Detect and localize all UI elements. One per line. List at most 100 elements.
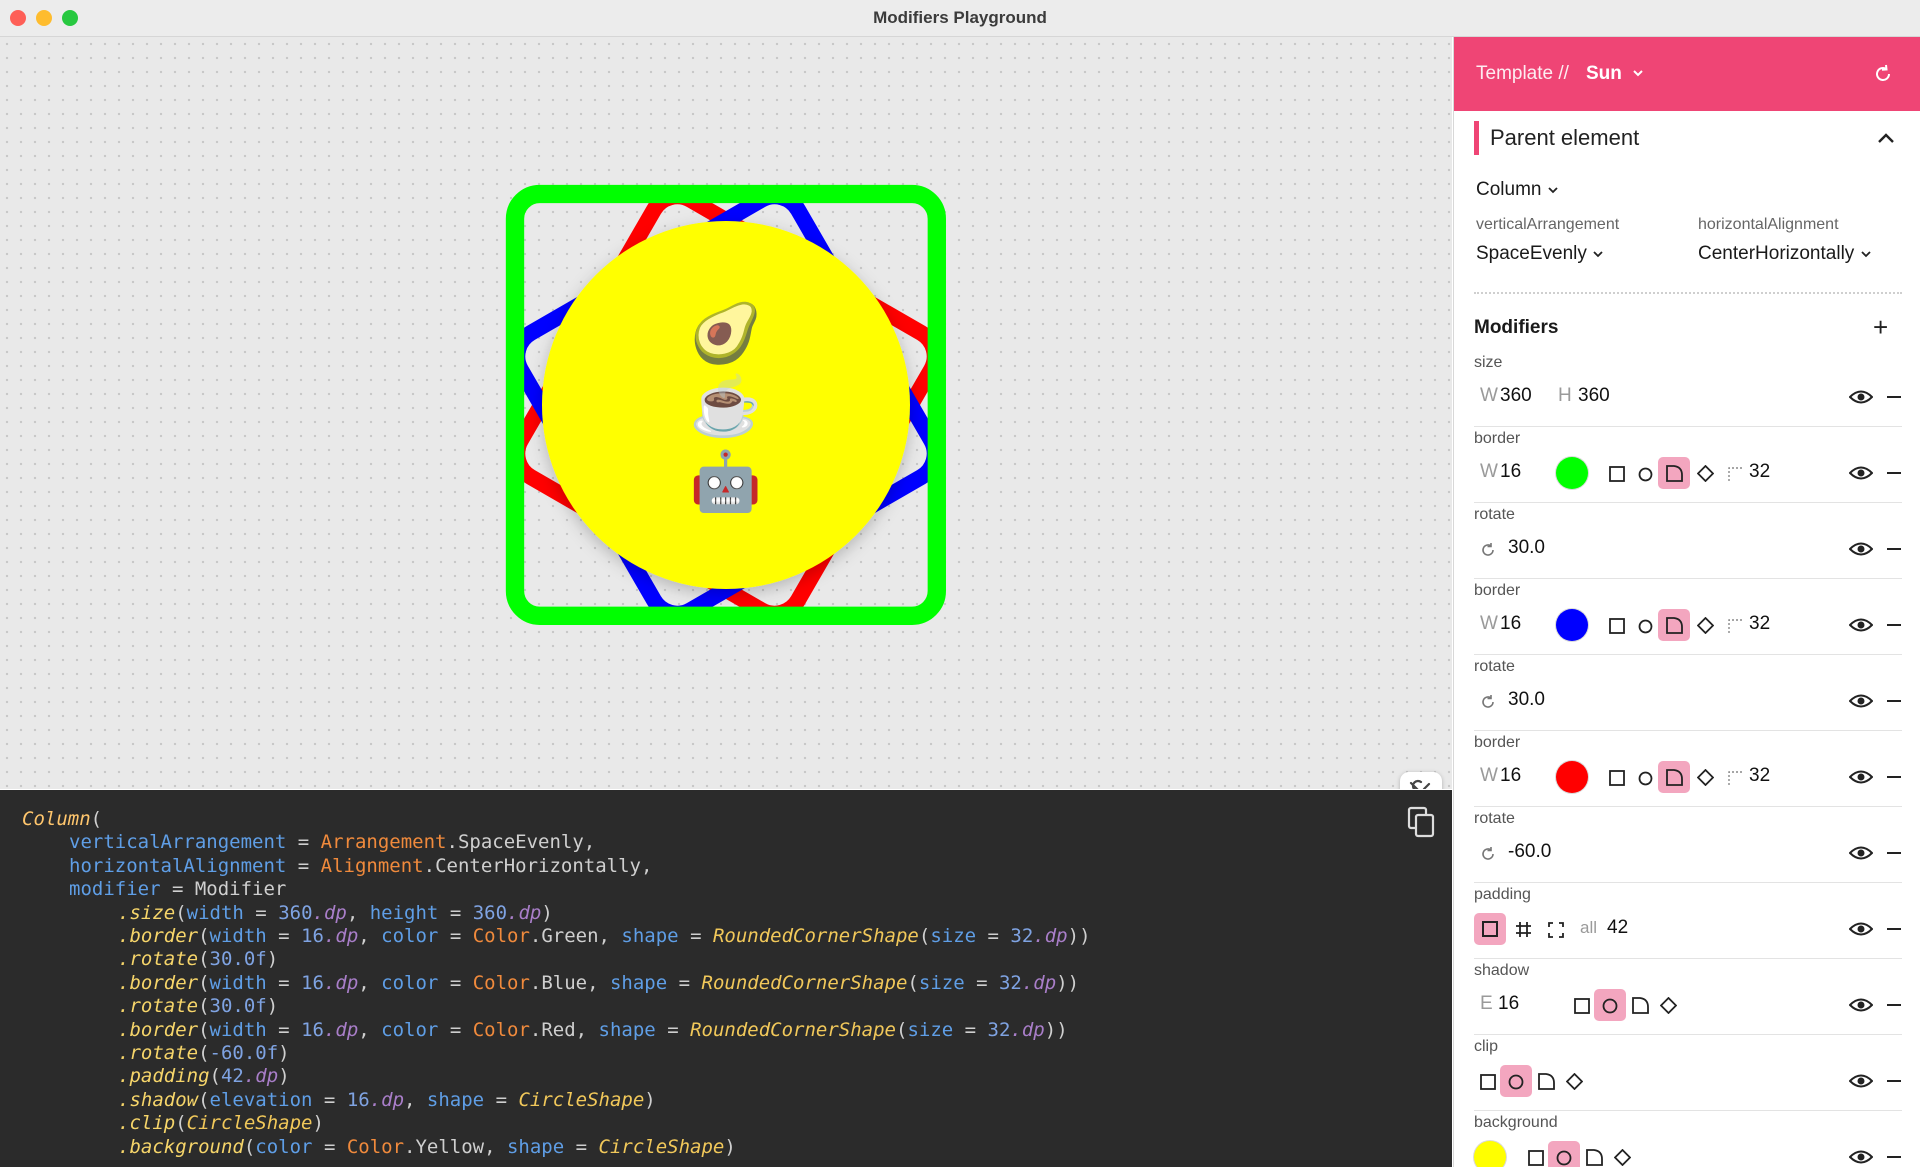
add-modifier-button[interactable]: + [1873, 314, 1888, 340]
horizontal-alignment-select[interactable]: CenterHorizontally [1698, 243, 1872, 265]
remove-modifier-button[interactable] [1887, 1156, 1901, 1158]
modifier-shadow: shadow E 16 [1474, 958, 1902, 1035]
cut-corner-shape-icon[interactable] [1566, 1073, 1583, 1090]
code-token: size [918, 971, 965, 994]
chevron-up-icon[interactable] [1877, 131, 1895, 145]
rounded-corner-shape-icon[interactable] [1666, 617, 1683, 634]
toggle-link-button[interactable] [1400, 772, 1442, 789]
rounded-corner-shape-icon[interactable] [1666, 465, 1683, 482]
circle-shape-icon[interactable] [1638, 771, 1653, 786]
color-swatch[interactable] [1556, 761, 1588, 793]
circle-shape-icon[interactable] [1508, 1074, 1524, 1090]
rectangle-shape-icon[interactable] [1609, 466, 1625, 482]
remove-modifier-button[interactable] [1887, 928, 1901, 930]
color-swatch[interactable] [1474, 1141, 1506, 1167]
code-token: 30.0f [209, 948, 267, 971]
rectangle-shape-icon[interactable] [1528, 1150, 1544, 1166]
cut-corner-shape-icon[interactable] [1697, 769, 1714, 786]
elevation-label: E [1480, 993, 1493, 1014]
width-input[interactable]: 16 [1500, 765, 1521, 787]
eye-icon[interactable] [1849, 768, 1873, 786]
circle-shape-icon[interactable] [1602, 998, 1618, 1014]
eye-icon[interactable] [1849, 996, 1873, 1014]
padding-axes-icon[interactable] [1515, 921, 1532, 938]
corner-size-input[interactable]: 32 [1749, 765, 1770, 787]
rectangle-shape-icon[interactable] [1609, 618, 1625, 634]
height-input[interactable]: 360 [1578, 385, 1610, 407]
rounded-corner-shape-icon[interactable] [1538, 1073, 1555, 1090]
corner-size-input[interactable]: 32 [1749, 613, 1770, 635]
circle-shape-icon[interactable] [1638, 467, 1653, 482]
remove-modifier-button[interactable] [1887, 396, 1901, 398]
code-token: )) [1056, 971, 1080, 994]
circle-shape-icon[interactable] [1556, 1150, 1572, 1166]
degrees-input[interactable]: -60.0 [1508, 841, 1551, 863]
vertical-arrangement-label: verticalArrangement [1476, 216, 1620, 233]
padding-sides-icon[interactable] [1548, 922, 1564, 938]
remove-modifier-button[interactable] [1887, 1004, 1901, 1006]
color-swatch[interactable] [1556, 609, 1588, 641]
code-token: CircleShape [598, 1135, 725, 1158]
code-token: .dp [1010, 1018, 1045, 1041]
eye-icon[interactable] [1849, 464, 1873, 482]
circle-shape-icon[interactable] [1638, 619, 1653, 634]
code-token: ) [644, 1088, 656, 1111]
degrees-input[interactable]: 30.0 [1508, 537, 1545, 559]
vertical-arrangement-select[interactable]: SpaceEvenly [1476, 243, 1604, 265]
rectangle-shape-icon[interactable] [1480, 1074, 1496, 1090]
color-swatch[interactable] [1556, 457, 1588, 489]
width-input[interactable]: 16 [1500, 461, 1521, 483]
remove-modifier-button[interactable] [1887, 548, 1901, 550]
cut-corner-shape-icon[interactable] [1660, 997, 1677, 1014]
remove-modifier-button[interactable] [1887, 700, 1901, 702]
code-token: .dp [243, 1065, 279, 1088]
width-label: W [1480, 461, 1498, 482]
code-token: width [209, 925, 267, 948]
eye-icon[interactable] [1849, 920, 1873, 938]
remove-modifier-button[interactable] [1887, 776, 1901, 778]
code-line: .size(width = 360.dp, height = 360.dp) [22, 902, 553, 925]
modifier-name: rotate [1474, 658, 1515, 675]
code-token: , [358, 1018, 382, 1041]
template-select[interactable]: Sun [1586, 37, 1622, 111]
code-line: .padding(42.dp) [22, 1065, 290, 1088]
eye-icon[interactable] [1849, 540, 1873, 558]
rectangle-shape-icon[interactable] [1609, 770, 1625, 786]
code-token: RoundedCornerShape [701, 971, 908, 994]
eye-icon[interactable] [1849, 1072, 1873, 1090]
reset-icon[interactable] [1872, 63, 1894, 85]
remove-modifier-button[interactable] [1887, 852, 1901, 854]
remove-modifier-button[interactable] [1887, 1080, 1901, 1082]
padding-all-input[interactable]: 42 [1607, 917, 1628, 939]
rounded-corner-shape-icon[interactable] [1586, 1149, 1603, 1166]
copy-icon[interactable] [1406, 806, 1436, 838]
eye-icon[interactable] [1849, 692, 1873, 710]
elevation-input[interactable]: 16 [1498, 993, 1519, 1015]
rounded-corner-shape-icon[interactable] [1666, 769, 1683, 786]
code-token: ( [209, 1065, 221, 1088]
eye-icon[interactable] [1849, 1148, 1873, 1166]
code-token: color [255, 1135, 313, 1158]
width-input[interactable]: 360 [1500, 385, 1532, 407]
corner-size-input[interactable]: 32 [1749, 461, 1770, 483]
degrees-input[interactable]: 30.0 [1508, 689, 1545, 711]
eye-icon[interactable] [1849, 388, 1873, 406]
modifier-rotate: rotate -60.0 [1474, 806, 1902, 883]
code-token: ( [243, 1135, 256, 1158]
cut-corner-shape-icon[interactable] [1614, 1149, 1631, 1166]
vertical-arrangement-value: SpaceEvenly [1476, 243, 1587, 264]
modifier-row: W 360 H 360 [1474, 378, 1902, 416]
remove-modifier-button[interactable] [1887, 624, 1901, 626]
eye-icon[interactable] [1849, 844, 1873, 862]
padding-all-icon[interactable] [1482, 921, 1498, 937]
width-input[interactable]: 16 [1500, 613, 1521, 635]
eye-icon[interactable] [1849, 616, 1873, 634]
remove-modifier-button[interactable] [1887, 472, 1901, 474]
cut-corner-shape-icon[interactable] [1697, 465, 1714, 482]
cut-corner-shape-icon[interactable] [1697, 617, 1714, 634]
rectangle-shape-icon[interactable] [1574, 998, 1590, 1014]
layout-type-select[interactable]: Column [1476, 179, 1559, 201]
rounded-corner-shape-icon[interactable] [1632, 997, 1649, 1014]
chevron-down-icon[interactable] [1632, 67, 1644, 79]
code-line: .rotate(30.0f) [22, 948, 278, 971]
